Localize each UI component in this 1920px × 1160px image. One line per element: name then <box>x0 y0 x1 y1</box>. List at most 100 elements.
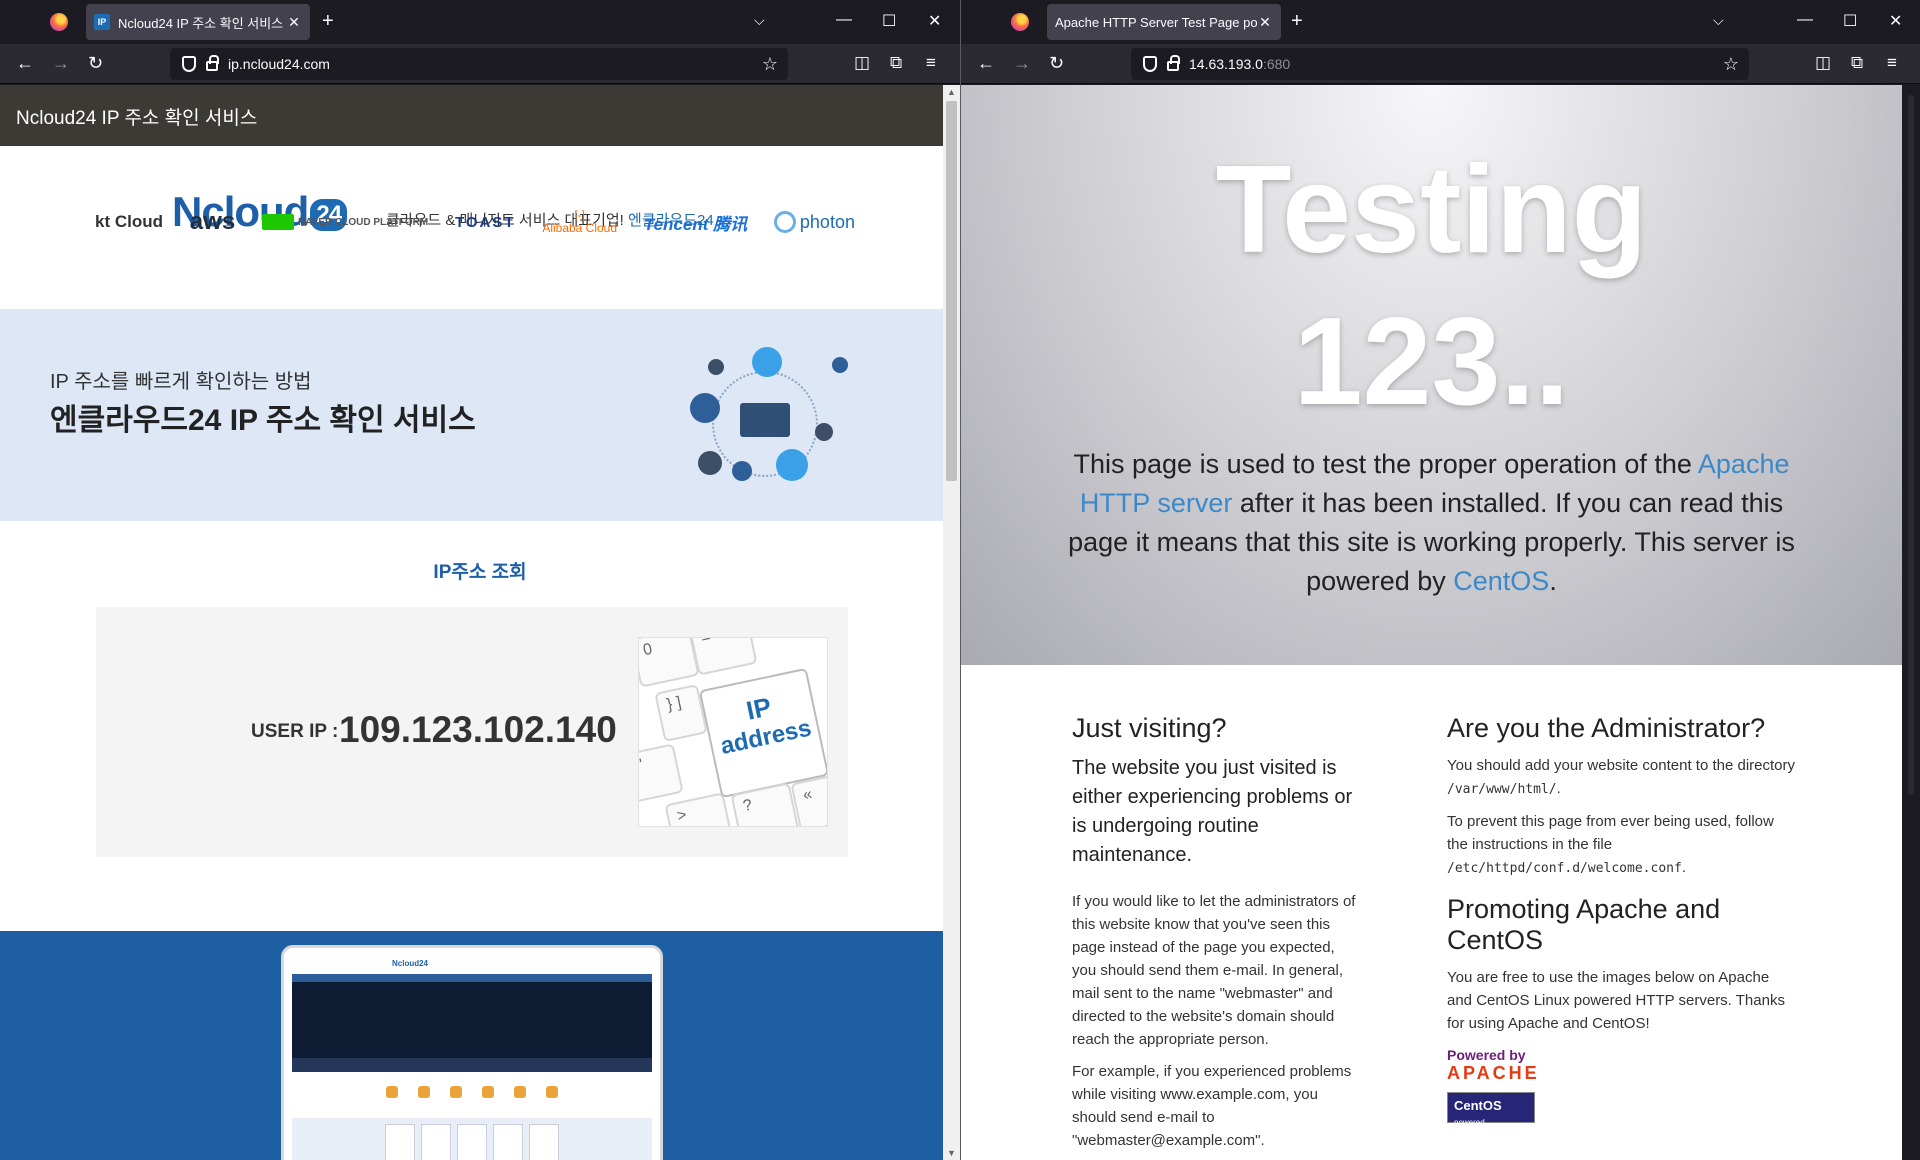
naver-text: NAVER CLOUD PLATFORM <box>297 216 429 228</box>
back-arrow-icon[interactable]: ← <box>16 53 34 73</box>
mail-node-icon <box>698 451 722 475</box>
tencent-logo: Tencent 腾讯 <box>643 214 748 234</box>
maximize-button[interactable]: ☐ <box>1843 11 1857 31</box>
key-ip-text: IP <box>743 691 774 726</box>
visiting-lead: The website you just visited is either e… <box>1072 757 1353 866</box>
admin-p2-text: To prevent this page from ever being use… <box>1447 813 1774 853</box>
preview-section: Ncloud24 <box>0 931 960 1160</box>
bookmark-star-icon[interactable]: ☆ <box>1723 54 1739 75</box>
intro-text: This page is used to test the proper ope… <box>1061 445 1802 601</box>
centos-link[interactable]: CentOS <box>1453 566 1549 596</box>
badge-centos-sub: powered <box>1454 1118 1485 1127</box>
url-text[interactable]: ip.ncloud24.com <box>228 56 330 72</box>
scroll-thumb[interactable] <box>1908 95 1914 795</box>
alibaba-cloud-logo: [-] Alibaba Cloud <box>542 208 618 235</box>
tab-close-icon[interactable]: ✕ <box>286 14 302 31</box>
extensions-icon[interactable]: ⧉ <box>890 53 902 73</box>
pocket-icon[interactable]: ◫ <box>1815 53 1831 73</box>
centos-powered-badge[interactable]: CentOS powered <box>1447 1092 1535 1127</box>
new-tab-button[interactable]: + <box>1291 10 1303 32</box>
powered-by-apache-badge[interactable]: Powered by APACHE <box>1447 1047 1797 1084</box>
nav-bar: ← → ↻ ip.ncloud24.com ☆ ◫ ⧉ ≡ <box>0 44 960 84</box>
send-icon <box>815 423 833 441</box>
clock-node-icon <box>732 461 752 481</box>
minimize-button[interactable]: — <box>836 11 852 29</box>
tab-list-chevron-icon[interactable]: ⌵ <box>1713 12 1724 29</box>
tab-ncloud24[interactable]: IP Ncloud24 IP 주소 확인 서비스 ✕ <box>86 4 310 40</box>
firefox-icon[interactable] <box>1011 13 1029 31</box>
url-host[interactable]: 14.63.193.0 <box>1189 56 1263 72</box>
menu-icon[interactable]: ≡ <box>926 53 936 73</box>
screen-node-icon <box>690 393 720 423</box>
ip-keyboard-image: 0 = } ] IP address " > ? « <box>638 637 828 827</box>
admin-p2-end: . <box>1681 859 1686 876</box>
naver-cloud-logo: NAVER CLOUD PLATFORM <box>261 214 429 230</box>
apache-test-page: Testing 123.. This page is used to test … <box>961 85 1902 1160</box>
hero-testing: Testing <box>1215 141 1648 279</box>
tab-list-chevron-icon[interactable]: ⌵ <box>754 12 765 29</box>
admin-p1-text: You should add your website content to t… <box>1447 757 1796 774</box>
key-0: 0 <box>639 638 700 688</box>
tab-title: Apache HTTP Server Test Page po <box>1055 14 1257 30</box>
admin-heading: Are you the Administrator? <box>1447 713 1766 743</box>
forward-arrow-icon[interactable]: → <box>52 53 70 73</box>
new-tab-button[interactable]: + <box>322 10 334 32</box>
lock-icon[interactable] <box>1167 55 1180 71</box>
left-browser-window: IP Ncloud24 IP 주소 확인 서비스 ✕ + ⌵ — ☐ ✕ ← →… <box>0 0 960 1160</box>
bookmark-star-icon[interactable]: ☆ <box>762 54 778 75</box>
photon-ring-icon <box>773 211 796 233</box>
tab-apache-test[interactable]: Apache HTTP Server Test Page po ✕ <box>1047 4 1281 40</box>
ncloud-page: Ncloud24 IP 주소 확인 서비스 Ncloud 24 클라우드 & 매니… <box>0 85 960 1160</box>
kt-cloud-logo: kt Cloud <box>95 212 163 231</box>
naver-square-icon <box>261 214 294 230</box>
nav-bar: ← → ↻ 14.63.193.0:680 ☆ ◫ ⧉ ≡ <box>961 44 1920 84</box>
maximize-button[interactable]: ☐ <box>882 11 896 31</box>
page-header: Ncloud24 IP 주소 확인 서비스 <box>0 85 960 146</box>
badge-powered-text: Powered by <box>1447 1047 1526 1063</box>
user-ip-value: 109.123.102.140 <box>339 709 617 750</box>
preview-cards <box>292 1118 652 1160</box>
hero-section: Testing 123.. This page is used to test … <box>961 85 1902 665</box>
back-arrow-icon[interactable]: ← <box>977 53 995 73</box>
ip-favicon-icon: IP <box>94 14 110 30</box>
intro-end: . <box>1549 566 1557 596</box>
scroll-down-arrow-icon[interactable]: ▼ <box>943 1148 960 1158</box>
close-window-button[interactable]: ✕ <box>1889 11 1902 31</box>
reload-icon[interactable]: ↻ <box>1049 53 1064 73</box>
key-equals: = <box>688 638 758 676</box>
forward-arrow-icon[interactable]: → <box>1013 53 1031 73</box>
tab-bar: Apache HTTP Server Test Page po ✕ + ⌵ — … <box>961 0 1920 44</box>
key-quote: " <box>639 743 684 803</box>
minimize-button[interactable]: — <box>1797 11 1813 29</box>
docroot-path: /var/www/html/ <box>1447 782 1557 797</box>
right-scrollbar[interactable] <box>1902 85 1920 1160</box>
firefox-icon[interactable] <box>50 13 68 31</box>
reload-icon[interactable]: ↻ <box>88 53 103 73</box>
badge-apache-text: APACHE <box>1447 1063 1540 1083</box>
lock-icon[interactable] <box>206 55 219 71</box>
photon-logo: photon <box>773 211 855 233</box>
visiting-heading: Just visiting? <box>1072 713 1227 743</box>
shield-node-icon <box>776 449 808 481</box>
scroll-up-arrow-icon[interactable]: ▲ <box>943 87 960 97</box>
visiting-paragraph-2: For example, if you experienced problems… <box>1072 1063 1352 1149</box>
monitor-icon <box>740 403 790 437</box>
menu-icon[interactable]: ≡ <box>1887 53 1897 73</box>
pocket-icon[interactable]: ◫ <box>854 53 870 73</box>
tracking-shield-icon[interactable] <box>1143 56 1157 72</box>
tab-bar: IP Ncloud24 IP 주소 확인 서비스 ✕ + ⌵ — ☐ ✕ <box>0 0 960 44</box>
scroll-thumb[interactable] <box>946 101 957 481</box>
alibaba-text: Alibaba Cloud <box>542 221 618 235</box>
close-window-button[interactable]: ✕ <box>928 11 941 31</box>
url-bar[interactable]: ip.ncloud24.com ☆ <box>170 48 788 80</box>
url-bar[interactable]: 14.63.193.0:680 ☆ <box>1131 48 1749 80</box>
tab-close-icon[interactable]: ✕ <box>1257 14 1273 31</box>
left-scrollbar[interactable]: ▲ ▼ <box>943 85 960 1160</box>
extensions-icon[interactable]: ⧉ <box>1851 53 1863 73</box>
ip-lookup-title: IP주소 조회 <box>433 562 527 583</box>
admin-paragraph-1: You should add your website content to t… <box>1447 754 1797 801</box>
right-browser-window: Apache HTTP Server Test Page po ✕ + ⌵ — … <box>961 0 1920 1160</box>
tracking-shield-icon[interactable] <box>182 56 196 72</box>
admin-column: Are you the Administrator? You should ad… <box>1447 713 1797 1130</box>
url-port[interactable]: :680 <box>1263 56 1290 72</box>
